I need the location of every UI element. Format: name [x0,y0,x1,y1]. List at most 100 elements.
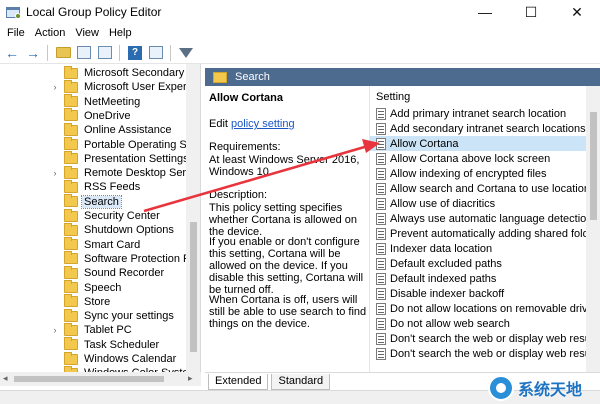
tree-item[interactable]: Search [0,194,122,209]
tree-item[interactable]: Task Scheduler [0,337,161,352]
policy-setting-row[interactable]: Don't search the web or display web resu… [370,346,587,361]
filter-button[interactable] [177,44,195,62]
back-button[interactable]: ← [3,44,21,62]
help-icon: ? [128,45,142,60]
scroll-right-icon[interactable]: ▸ [188,373,193,384]
policy-setting-row[interactable]: Allow search and Cortana to use location [370,181,587,196]
menu-file[interactable]: File [2,27,30,39]
folder-icon [64,165,78,179]
tree-item[interactable]: › Remote Desktop Services [0,165,200,180]
policy-setting-name: Disable indexer backoff [390,287,505,300]
edit-policy-line: Edit policy setting [209,118,295,130]
menu-action[interactable]: Action [30,27,71,39]
tree-hscroll-thumb[interactable] [14,376,164,382]
list-scroll-thumb[interactable] [590,112,597,220]
description-label: Description: [209,189,268,201]
menu-view[interactable]: View [70,27,104,39]
policy-setting-row[interactable]: Allow indexing of encrypted files [370,166,587,181]
folder-icon [64,265,78,279]
policy-setting-row[interactable]: Always use automatic language detection … [370,211,587,226]
policy-setting-name: Default indexed paths [390,272,497,285]
tree-item-label: Speech [84,281,122,294]
policy-setting-row[interactable]: Add primary intranet search location [370,106,587,121]
up-one-level-button[interactable] [54,44,72,62]
tree-item[interactable]: Shutdown Options [0,222,176,237]
tree-item[interactable]: Presentation Settings [0,151,191,166]
tree-item[interactable]: Microsoft Secondary Auth [0,65,200,80]
scroll-left-icon[interactable]: ◂ [3,373,8,384]
tree-item-label: Presentation Settings [84,152,189,165]
tree-item[interactable]: Speech [0,280,123,295]
tree-item-label: Software Protection Platfo [84,252,201,265]
minimize-button[interactable]: — [462,0,508,24]
tree-item[interactable]: Online Assistance [0,122,173,137]
tree-item[interactable]: Software Protection Platfo [0,251,201,266]
policy-setting-row[interactable]: Default excluded paths [370,256,587,271]
window-controls: — ☐ ✕ [462,0,600,24]
policy-setting-row[interactable]: Do not allow web search [370,316,587,331]
folder-icon [64,337,78,351]
toolbar-divider [47,44,48,61]
properties-button[interactable] [147,44,165,62]
folder-icon [64,351,78,365]
tree-scroll-thumb[interactable] [190,222,197,352]
description-paragraph: When Cortana is off, users will still be… [209,294,367,330]
tree-item[interactable]: Sound Recorder [0,265,166,280]
forward-button[interactable]: → [24,44,42,62]
tree-item[interactable]: OneDrive [0,108,132,123]
tree-item-label: Task Scheduler [84,338,160,351]
watermark-text: 系统天地 [518,380,583,399]
policy-setting-icon [376,167,386,180]
tab-extended[interactable]: Extended [208,374,269,390]
toolbar-divider [119,44,120,61]
policy-setting-icon [376,212,386,225]
close-button[interactable]: ✕ [554,0,600,24]
policy-setting-row[interactable]: Default indexed paths [370,271,587,286]
folder-icon [64,251,78,265]
policy-setting-name: Do not allow web search [390,317,510,330]
tree-item-label: NetMeeting [84,95,141,108]
policy-setting-row[interactable]: Do not allow locations on removable driv… [370,301,587,316]
tree-item-label: Online Assistance [84,124,172,137]
policy-setting-row[interactable]: Add secondary intranet search locations [370,121,587,136]
folder-header-title: Search [235,71,270,83]
tree-item[interactable]: Security Center [0,208,162,223]
policy-setting-name: Add secondary intranet search locations [390,122,586,135]
policy-setting-name: Allow use of diacritics [390,197,496,210]
policy-setting-row[interactable]: Disable indexer backoff [370,286,587,301]
policy-setting-icon [376,302,386,315]
policy-setting-icon [376,287,386,300]
policy-setting-row[interactable]: Indexer data location [370,241,587,256]
policy-setting-row[interactable]: Allow Cortana above lock screen [370,151,587,166]
policy-setting-row[interactable]: Prevent automatically adding shared fold… [370,226,587,241]
expand-chevron-icon[interactable]: › [50,168,60,178]
menu-help[interactable]: Help [104,27,137,39]
policy-setting-link[interactable]: policy setting [231,118,295,130]
tree-item-label: Search [81,194,122,209]
console-tree: Microsoft Secondary Auth › Microsoft User … [0,64,201,372]
tree-item[interactable]: Store [0,294,112,309]
tree-item[interactable]: Portable Operating Syster [0,137,200,152]
folder-icon [213,71,227,83]
tab-standard[interactable]: Standard [271,374,331,390]
export-list-button[interactable] [96,44,114,62]
tree-item[interactable]: NetMeeting [0,94,142,109]
policy-setting-row[interactable]: Don't search the web or display web resu… [370,331,587,346]
tree-item[interactable]: Windows Calendar [0,351,178,366]
tree-item[interactable]: RSS Feeds [0,179,142,194]
expand-chevron-icon[interactable]: › [50,82,60,92]
setting-column-header[interactable]: Setting [376,91,410,103]
tree-item[interactable]: › Microsoft User Experience [0,79,200,94]
tree-item[interactable]: › Tablet PC [0,322,134,337]
help-button[interactable]: ? [126,44,144,62]
properties-icon [149,46,163,59]
show-hide-tree-button[interactable] [75,44,93,62]
policy-setting-row[interactable]: Allow use of diacritics [370,196,587,211]
tree-item[interactable]: Sync your settings [0,308,176,323]
maximize-button[interactable]: ☐ [508,0,554,24]
tree-item-label: Tablet PC [84,324,132,337]
tree-item[interactable]: Smart Card [0,237,142,252]
policy-title: Allow Cortana [209,92,283,104]
expand-chevron-icon[interactable]: › [50,325,60,335]
policy-setting-row[interactable]: Allow Cortana [370,136,587,151]
